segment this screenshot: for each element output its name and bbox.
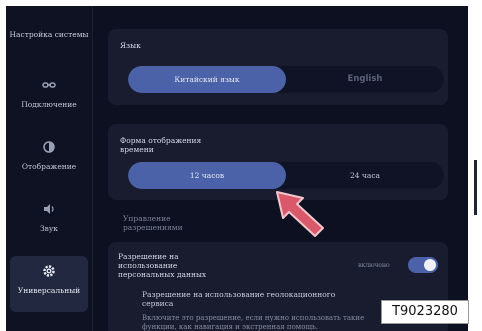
settings-screen: Настройка системы Подключение Отображени… xyxy=(6,6,468,331)
gear-icon xyxy=(10,264,88,278)
personal-data-status: включено xyxy=(358,261,390,269)
sidebar-item-universal[interactable]: Универсальный xyxy=(10,256,88,312)
brightness-icon xyxy=(10,140,88,154)
personal-data-toggle[interactable] xyxy=(408,257,438,273)
language-option-english[interactable]: English xyxy=(286,66,444,93)
toggle-knob xyxy=(424,259,436,271)
sidebar-item-sound[interactable]: Звук xyxy=(10,194,88,250)
personal-data-permission-title: Разрешение на использование персональных… xyxy=(118,252,207,279)
watermark: T9023280 xyxy=(381,300,469,324)
sidebar-item-label: Универсальный xyxy=(17,286,81,295)
language-selector[interactable]: Китайский язык English xyxy=(128,66,444,93)
scrollbar[interactable] xyxy=(474,160,477,215)
sidebar-title: Настройка системы xyxy=(9,30,89,39)
permissions-section-label: Управление разрешениями xyxy=(123,214,183,232)
sidebar-item-label: Звук xyxy=(40,224,58,233)
time-format-title: Форма отображения времени xyxy=(120,136,202,154)
link-icon xyxy=(10,78,88,92)
sidebar-item-connection[interactable]: Подключение xyxy=(10,70,88,126)
language-card: Язык Китайский язык English xyxy=(108,29,448,105)
time-format-option-12h[interactable]: 12 часов xyxy=(128,162,286,189)
language-title: Язык xyxy=(120,41,141,50)
pointer-arrow-icon xyxy=(276,191,324,237)
sidebar: Настройка системы Подключение Отображени… xyxy=(6,6,93,331)
speaker-icon xyxy=(10,202,88,216)
main-panel: Язык Китайский язык English Форма отобра… xyxy=(93,6,468,331)
geolocation-permission-description: Включите это разрешение, если нужно испо… xyxy=(142,314,365,331)
sidebar-item-label: Подключение xyxy=(21,100,77,109)
sidebar-item-label: Отображение xyxy=(21,162,77,171)
language-option-chinese[interactable]: Китайский язык xyxy=(128,66,286,93)
sidebar-item-display[interactable]: Отображение xyxy=(10,132,88,188)
geolocation-permission-title: Разрешение на использование геолокационн… xyxy=(142,290,336,308)
